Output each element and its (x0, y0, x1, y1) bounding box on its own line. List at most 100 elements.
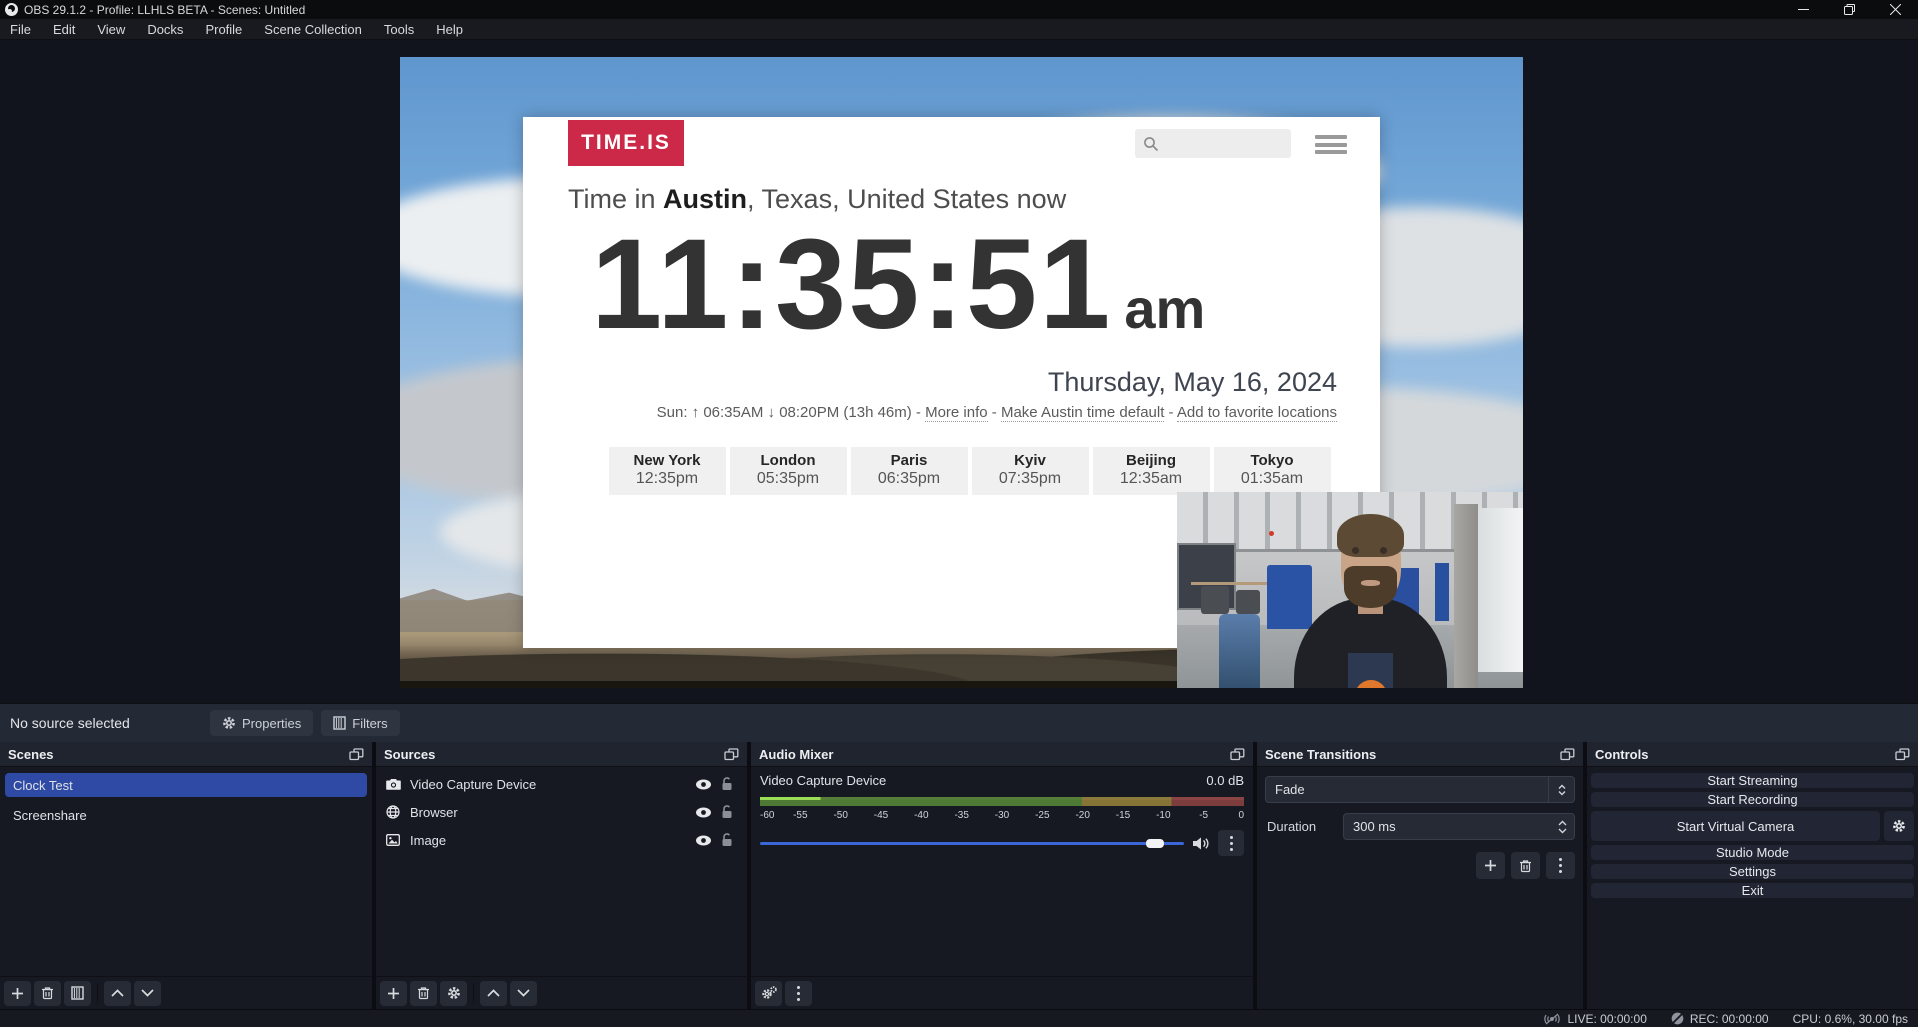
close-button[interactable] (1872, 0, 1918, 19)
popout-icon[interactable] (1895, 748, 1910, 761)
webcam-exit-light (1269, 531, 1274, 536)
menu-edit[interactable]: Edit (42, 19, 86, 39)
hamburger-menu-icon[interactable] (1315, 135, 1347, 154)
make-default-link[interactable]: Make Austin time default (1001, 404, 1164, 422)
minimize-button[interactable] (1780, 0, 1826, 19)
duration-label: Duration (1265, 819, 1343, 834)
volume-slider-handle[interactable] (1146, 839, 1164, 848)
menu-file[interactable]: File (0, 19, 42, 39)
remove-source-button[interactable] (410, 981, 437, 1006)
mixer-channel-menu-button[interactable] (1218, 830, 1244, 856)
visibility-eye-icon[interactable] (691, 807, 715, 818)
transition-selected-value: Fade (1266, 782, 1548, 797)
menu-profile[interactable]: Profile (194, 19, 253, 39)
popout-icon[interactable] (1230, 748, 1245, 761)
world-clock-tokyo[interactable]: Tokyo01:35am (1214, 447, 1331, 495)
webcam-chair (1236, 590, 1260, 614)
add-scene-button[interactable] (4, 981, 31, 1006)
menu-scene-collection[interactable]: Scene Collection (253, 19, 373, 39)
lock-icon[interactable] (715, 777, 739, 791)
transition-select[interactable]: Fade (1265, 776, 1575, 803)
webcam-pillar (1454, 504, 1478, 688)
source-status-text: No source selected (10, 715, 210, 731)
stream-inactive-icon (1543, 1013, 1561, 1025)
chevron-down-icon (517, 989, 530, 997)
source-row-image[interactable]: Image (376, 827, 747, 853)
move-source-down-button[interactable] (510, 981, 537, 1006)
world-clock-london[interactable]: London05:35pm (730, 447, 847, 495)
kebab-icon (1230, 836, 1233, 851)
globe-icon (384, 805, 402, 819)
program-preview[interactable]: TIME.IS Time in Austin, Texas, United St… (400, 57, 1523, 688)
controls-title: Controls (1595, 747, 1648, 762)
source-row-video-capture[interactable]: Video Capture Device (376, 771, 747, 797)
spin-down-icon[interactable] (1558, 828, 1567, 834)
duration-spinbox[interactable]: 300 ms (1343, 813, 1575, 840)
world-clock-kyiv[interactable]: Kyiv07:35pm (972, 447, 1089, 495)
start-recording-button[interactable]: Start Recording (1591, 792, 1914, 807)
advanced-audio-button[interactable] (755, 981, 782, 1006)
menu-help[interactable]: Help (425, 19, 474, 39)
add-transition-button[interactable] (1476, 852, 1505, 879)
move-scene-up-button[interactable] (104, 981, 131, 1006)
timeis-search-input[interactable] (1135, 129, 1291, 158)
move-scene-down-button[interactable] (134, 981, 161, 1006)
current-date: Thursday, May 16, 2024 (523, 367, 1380, 398)
move-source-up-button[interactable] (480, 981, 507, 1006)
remove-transition-button[interactable] (1511, 852, 1540, 879)
menu-tools[interactable]: Tools (373, 19, 425, 39)
popout-icon[interactable] (724, 748, 739, 761)
source-row-browser[interactable]: Browser (376, 799, 747, 825)
world-clock-beijing[interactable]: Beijing12:35am (1093, 447, 1210, 495)
volume-slider[interactable] (760, 836, 1184, 850)
volume-meter (760, 797, 1244, 806)
start-virtual-camera-button[interactable]: Start Virtual Camera (1591, 811, 1880, 841)
popout-icon[interactable] (349, 748, 364, 761)
transition-menu-button[interactable] (1546, 852, 1575, 879)
trash-icon (417, 986, 430, 1000)
world-clock-paris[interactable]: Paris06:35pm (851, 447, 968, 495)
studio-mode-button[interactable]: Studio Mode (1591, 845, 1914, 860)
add-source-button[interactable] (380, 981, 407, 1006)
kebab-icon (797, 986, 800, 1001)
start-streaming-button[interactable]: Start Streaming (1591, 773, 1914, 788)
remove-scene-button[interactable] (34, 981, 61, 1006)
camera-icon (384, 778, 402, 790)
source-properties-button[interactable] (440, 981, 467, 1006)
scene-transitions-panel: Scene Transitions Fade Duration (1257, 742, 1583, 1009)
restore-button[interactable] (1826, 0, 1872, 19)
world-clock-newyork[interactable]: New York12:35pm (609, 447, 726, 495)
webcam-blue-chair (1219, 614, 1261, 688)
scene-filters-button[interactable] (64, 981, 91, 1006)
menu-docks[interactable]: Docks (136, 19, 194, 39)
spin-up-icon[interactable] (1558, 820, 1567, 826)
scene-item-screenshare[interactable]: Screenshare (5, 803, 367, 827)
more-info-link[interactable]: More info (925, 404, 988, 422)
properties-button[interactable]: Properties (210, 710, 313, 736)
duration-value: 300 ms (1344, 819, 1550, 834)
filters-button[interactable]: Filters (321, 710, 399, 736)
scene-item-clock-test[interactable]: Clock Test (5, 773, 367, 797)
exit-button[interactable]: Exit (1591, 883, 1914, 898)
gear-icon (447, 986, 461, 1000)
settings-button[interactable]: Settings (1591, 864, 1914, 879)
add-favorite-link[interactable]: Add to favorite locations (1177, 404, 1337, 422)
lock-icon[interactable] (715, 805, 739, 819)
timeis-logo[interactable]: TIME.IS (568, 120, 684, 166)
preview-canvas: TIME.IS Time in Austin, Texas, United St… (0, 40, 1918, 703)
speaker-icon[interactable] (1192, 836, 1210, 851)
mixer-menu-button[interactable] (785, 981, 812, 1006)
menu-view[interactable]: View (86, 19, 136, 39)
visibility-eye-icon[interactable] (691, 835, 715, 846)
visibility-eye-icon[interactable] (691, 779, 715, 790)
chevron-up-icon (111, 989, 124, 997)
lock-icon[interactable] (715, 833, 739, 847)
window-title: OBS 29.1.2 - Profile: LLHLS BETA - Scene… (24, 3, 305, 17)
chevron-down-icon (141, 989, 154, 997)
world-clocks: New York12:35pm London05:35pm Paris06:35… (559, 447, 1380, 495)
virtual-camera-config-button[interactable] (1884, 811, 1914, 841)
popout-icon[interactable] (1560, 748, 1575, 761)
audio-mixer-panel: Audio Mixer Video Capture Device 0.0 dB (751, 742, 1253, 1009)
menu-bar: File Edit View Docks Profile Scene Colle… (0, 19, 1918, 40)
webcam-person (1291, 516, 1450, 688)
